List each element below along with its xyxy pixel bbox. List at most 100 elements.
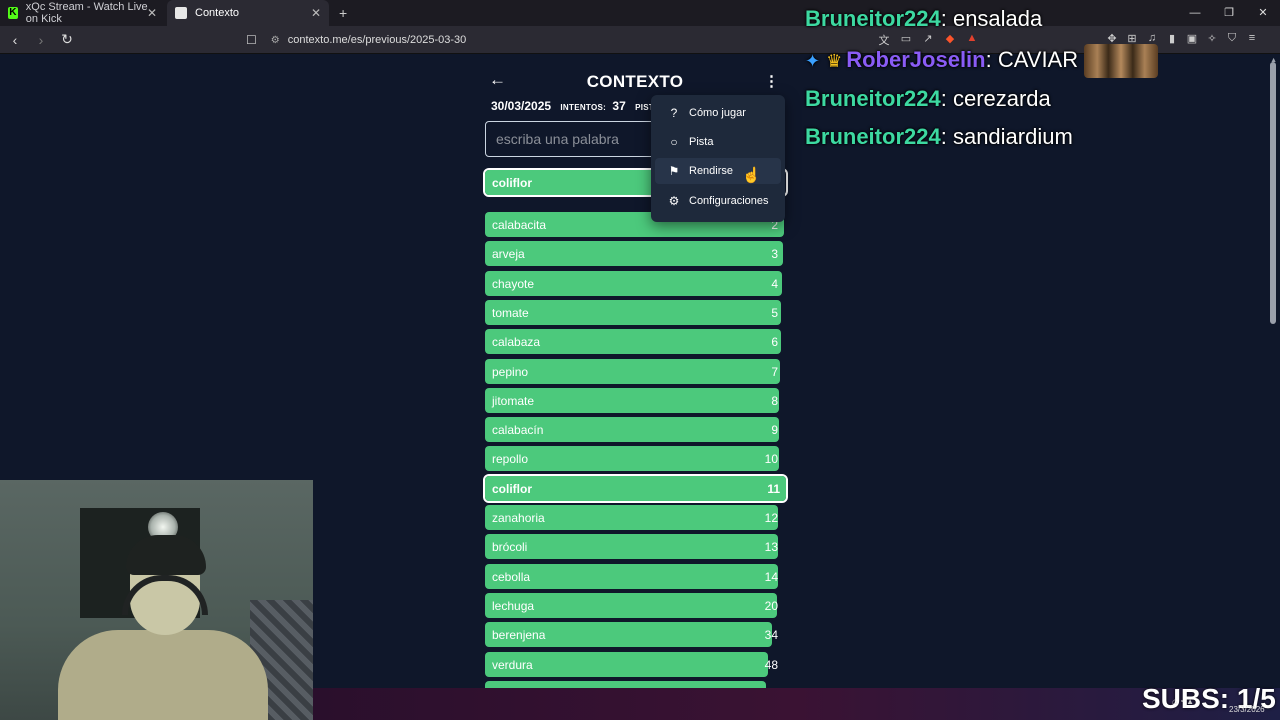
sword-badge-icon: ✦ (805, 50, 821, 71)
guess-row: jitomate 8 (485, 388, 784, 413)
hand-cursor-icon: ☝ (742, 167, 761, 184)
guess-row: brócoli 13 (485, 534, 784, 559)
site-info-icon[interactable]: ⚙ (271, 35, 280, 46)
guess-rank: 11 (767, 482, 780, 496)
guess-word: repollo (492, 452, 529, 466)
guess-word: verdura (492, 658, 533, 672)
guess-word: zanahoria (492, 511, 545, 525)
chat-message: Bruneitor224: cerezarda (805, 86, 1051, 111)
attempts-count: 37 (612, 99, 626, 113)
more-options-icon[interactable]: ⋮ (764, 72, 779, 90)
guess-word: cebolla (492, 570, 531, 584)
vpn-icon[interactable]: ⛉ (1224, 32, 1240, 45)
guess-row: repollo 10 (485, 446, 784, 471)
lightbulb-icon: ○ (670, 135, 678, 149)
sidebar-icon[interactable]: ▮ (1164, 32, 1180, 45)
tray-date: 23/3/2026 (1229, 705, 1265, 714)
reload-button[interactable]: ↻ (56, 31, 78, 48)
chat-username: Bruneitor224 (805, 6, 941, 31)
minimize-button[interactable]: — (1178, 0, 1212, 26)
menu-item-label: Rendirse (689, 165, 734, 177)
guess-rank: 13 (764, 540, 778, 554)
guess-word: coliflor (492, 176, 533, 190)
closeness-bar (485, 446, 779, 471)
menu-item-how-to-play[interactable]: ? Cómo jugar (655, 100, 781, 126)
guess-row: cebolla 14 (485, 564, 784, 589)
emote-image (1084, 44, 1159, 78)
bookmark-icon[interactable]: ☐ (246, 33, 257, 47)
guess-row: chayote 4 (485, 271, 784, 296)
close-icon[interactable]: ✕ (147, 6, 157, 20)
guess-word: tomate (492, 306, 529, 320)
tab-kick[interactable]: K xQc Stream - Watch Live on Kick ✕ (0, 0, 165, 26)
guess-row: verdura 48 (485, 652, 784, 677)
back-nav-button[interactable]: ‹ (4, 32, 26, 48)
system-tray-icons: ⌂ ◔ ▲ (1172, 697, 1195, 706)
closeness-bar (485, 534, 779, 559)
chat-message: Bruneitor224: ensalada (805, 6, 1043, 31)
chat-username: Bruneitor224 (805, 124, 941, 149)
chat-text: cerezarda (952, 86, 1051, 111)
leo-ai-icon[interactable]: ✧ (1204, 32, 1220, 45)
closeness-bar (485, 359, 781, 384)
menu-item-hint[interactable]: ○ Pista (655, 129, 781, 155)
help-circle-icon: ? (670, 106, 678, 120)
game-info: 30/03/2025 INTENTOS: 37 PISTA (491, 99, 660, 113)
closeness-bar (485, 241, 784, 266)
guess-word: coliflor (492, 482, 533, 496)
guess-word: calabacita (492, 218, 547, 232)
address-bar[interactable]: ☐ ⚙ contexto.me/es/previous/2025-03-30 (246, 30, 466, 50)
closeness-bar (485, 300, 781, 325)
guess-word: arveja (492, 247, 525, 261)
menu-item-settings[interactable]: ⚙ Configuraciones (655, 188, 781, 214)
stream-bottom-strip (313, 688, 1280, 720)
current-guess-row: coliflor 11 (483, 474, 788, 503)
guess-rank: 3 (771, 247, 778, 261)
new-tab-button[interactable]: + (339, 5, 347, 21)
guess-rank: 48 (764, 658, 778, 672)
guess-rank: 14 (764, 570, 778, 584)
guess-row: pepino 7 (485, 359, 784, 384)
menu-item-label: Configuraciones (689, 195, 769, 207)
tab-contexto[interactable]: Contexto ✕ (167, 0, 329, 26)
wallet-icon[interactable]: ▣ (1184, 32, 1200, 45)
guess-row: calabaza 6 (485, 329, 784, 354)
guess-row: tomate 5 (485, 300, 784, 325)
maximize-button[interactable]: ❐ (1212, 0, 1246, 26)
gear-icon: ⚙ (668, 194, 680, 208)
guess-rank: 9 (771, 423, 778, 437)
menu-item-label: Cómo jugar (689, 107, 746, 119)
guess-word: chayote (492, 277, 535, 291)
guess-rank: 20 (764, 599, 778, 613)
guess-row: lechuga 20 (485, 593, 784, 618)
guess-row: calabacín 9 (485, 417, 784, 442)
webcam-feed (0, 480, 313, 720)
chat-username: RoberJoselin (846, 46, 986, 72)
chat-username: Bruneitor224 (805, 86, 941, 111)
kick-icon: K (8, 7, 18, 19)
guess-row: berenjena 34 (485, 622, 784, 647)
url-text[interactable]: contexto.me/es/previous/2025-03-30 (288, 34, 467, 46)
scrollbar-thumb[interactable] (1270, 62, 1276, 324)
menu-icon[interactable]: ≡ (1244, 32, 1260, 45)
tab-title: Contexto (195, 7, 240, 19)
tab-title: xQc Stream - Watch Live on Kick (25, 1, 148, 25)
chat-text: CAVIAR (997, 46, 1079, 72)
close-icon[interactable]: ✕ (311, 6, 321, 20)
crown-badge-icon: ♛ (826, 50, 843, 71)
guess-rank: 6 (771, 335, 778, 349)
menu-item-give-up[interactable]: ⚑ Rendirse (655, 158, 781, 184)
game-header: ← CONTEXTO ⋮ (485, 70, 785, 94)
guess-rank: 4 (771, 277, 778, 291)
guess-word: pepino (492, 365, 529, 379)
tab-strip: K xQc Stream - Watch Live on Kick ✕ Cont… (0, 0, 1280, 26)
guess-rank: 8 (771, 394, 778, 408)
chat-text: ensalada (952, 6, 1043, 31)
guess-rank: 7 (771, 365, 778, 379)
close-window-button[interactable]: ✕ (1246, 0, 1280, 26)
window-controls: — ❐ ✕ (1178, 0, 1280, 26)
forward-nav-button[interactable]: › (30, 32, 52, 48)
guess-rank: 12 (764, 511, 778, 525)
options-menu: ? Cómo jugar ○ Pista ⚑ Rendirse ⚙ Config… (651, 95, 785, 222)
attempts-label: INTENTOS: (560, 103, 607, 112)
